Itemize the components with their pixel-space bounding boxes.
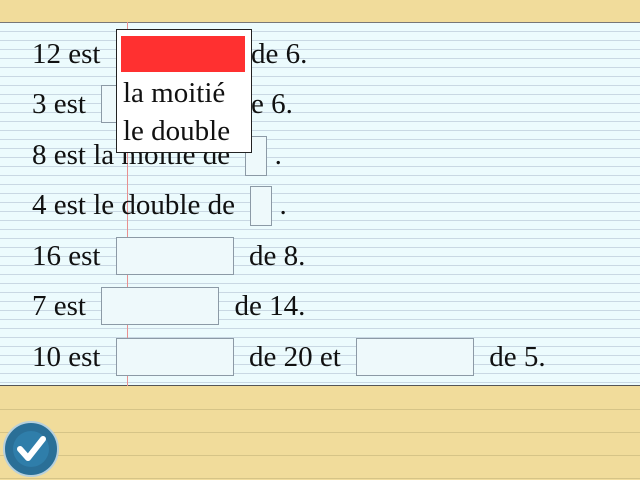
row-3-after: . <box>274 139 282 171</box>
exercise-row-6: 7 est de 14. <box>32 287 306 325</box>
row-7-middle: de 20 et <box>248 341 341 373</box>
answer-box-row-4[interactable] <box>250 186 273 226</box>
bottom-band <box>0 387 640 480</box>
dropdown-option-double[interactable]: le double <box>123 112 230 150</box>
row-6-before: 7 est <box>32 290 86 322</box>
row-1-after: de 6. <box>250 38 308 70</box>
row-4-before: 4 est le double de <box>32 189 235 221</box>
check-button[interactable] <box>3 421 59 477</box>
answer-box-row-7a[interactable] <box>115 338 234 376</box>
answer-box-row-7b[interactable] <box>356 338 475 376</box>
row-5-before: 16 est <box>32 240 101 272</box>
row-2-before: 3 est <box>32 88 86 120</box>
row-6-after: de 14. <box>234 290 306 322</box>
exercise-row-5: 16 est de 8. <box>32 237 306 275</box>
row-4-after: . <box>279 189 287 221</box>
row-1-before: 12 est <box>32 38 101 70</box>
top-band <box>0 0 640 23</box>
row-5-after: de 8. <box>248 240 306 272</box>
dropdown-option-moitie[interactable]: la moitié <box>123 74 225 112</box>
exercise-row-7: 10 est de 20 et de 5. <box>32 338 546 376</box>
row-2-after: e 6. <box>251 88 293 120</box>
row-7-after: de 5. <box>489 341 546 373</box>
dropdown-selected-highlight[interactable] <box>121 36 245 72</box>
answer-box-row-6[interactable] <box>101 287 220 325</box>
answer-box-row-5[interactable] <box>115 237 234 275</box>
answer-dropdown[interactable]: la moitié le double <box>116 29 252 153</box>
checkmark-icon <box>13 431 49 467</box>
exercise-row-4: 4 est le double de . <box>32 186 287 226</box>
row-7-before: 10 est <box>32 341 101 373</box>
